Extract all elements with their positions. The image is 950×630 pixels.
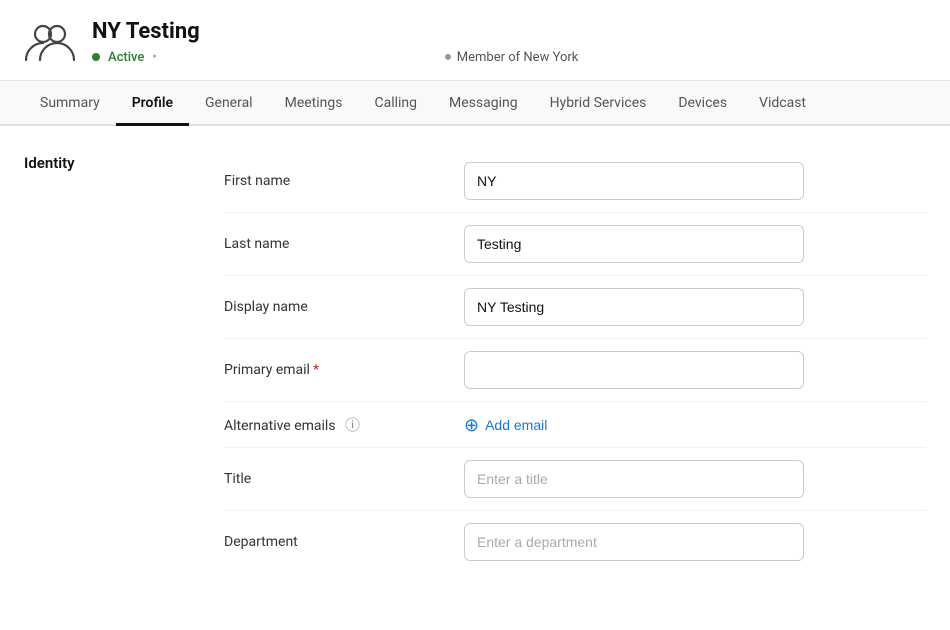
page-title: NY Testing — [92, 19, 926, 45]
add-email-plus-icon: ⊕ — [464, 416, 479, 434]
display-name-label: Display name — [224, 299, 464, 315]
first-name-row: First name — [224, 150, 926, 213]
last-name-label: Last name — [224, 236, 464, 252]
member-dot — [445, 54, 451, 60]
users-icon — [24, 16, 76, 68]
department-label: Department — [224, 534, 464, 550]
tabs-bar: Summary Profile General Meetings Calling… — [0, 81, 950, 126]
display-name-input[interactable] — [464, 288, 804, 326]
primary-email-label: Primary email* — [224, 362, 464, 378]
add-email-container: ⊕ Add email — [464, 416, 926, 434]
tab-calling[interactable]: Calling — [358, 81, 433, 126]
status-text: Active — [108, 50, 144, 65]
identity-fields: First name Last name Display name Primar… — [224, 150, 926, 573]
member-of: Member of New York — [445, 50, 579, 65]
header-info: NY Testing Active • Member of New York — [92, 19, 926, 64]
tab-vidcast[interactable]: Vidcast — [743, 81, 822, 126]
title-row: Title — [224, 448, 926, 511]
status-dot — [92, 53, 100, 61]
department-row: Department — [224, 511, 926, 573]
primary-email-input[interactable] — [464, 351, 804, 389]
first-name-input[interactable] — [464, 162, 804, 200]
alternative-emails-row: Alternative emails ⓘ ⊕ Add email — [224, 402, 926, 448]
tab-devices[interactable]: Devices — [662, 81, 743, 126]
tab-general[interactable]: General — [189, 81, 269, 126]
add-email-button[interactable]: ⊕ Add email — [464, 416, 547, 434]
tab-profile[interactable]: Profile — [116, 81, 189, 126]
meta-separator: • — [152, 50, 156, 65]
identity-section-label: Identity — [24, 150, 224, 573]
last-name-input[interactable] — [464, 225, 804, 263]
member-of-label: Member of New York — [457, 50, 579, 65]
tab-summary[interactable]: Summary — [24, 81, 116, 126]
add-email-label: Add email — [485, 417, 547, 433]
header: NY Testing Active • Member of New York — [0, 0, 950, 81]
last-name-row: Last name — [224, 213, 926, 276]
title-label: Title — [224, 471, 464, 487]
required-marker: * — [313, 362, 319, 378]
profile-content: Identity First name Last name Display na… — [0, 126, 950, 597]
tab-messaging[interactable]: Messaging — [433, 81, 534, 126]
tab-meetings[interactable]: Meetings — [269, 81, 359, 126]
display-name-row: Display name — [224, 276, 926, 339]
alternative-emails-label: Alternative emails ⓘ — [224, 414, 464, 435]
department-input[interactable] — [464, 523, 804, 561]
identity-section: Identity First name Last name Display na… — [0, 150, 950, 573]
first-name-label: First name — [224, 173, 464, 189]
header-meta: Active • Member of New York — [92, 50, 926, 65]
tab-hybrid-services[interactable]: Hybrid Services — [534, 81, 663, 126]
primary-email-row: Primary email* — [224, 339, 926, 402]
info-icon[interactable]: ⓘ — [345, 416, 360, 434]
title-input[interactable] — [464, 460, 804, 498]
